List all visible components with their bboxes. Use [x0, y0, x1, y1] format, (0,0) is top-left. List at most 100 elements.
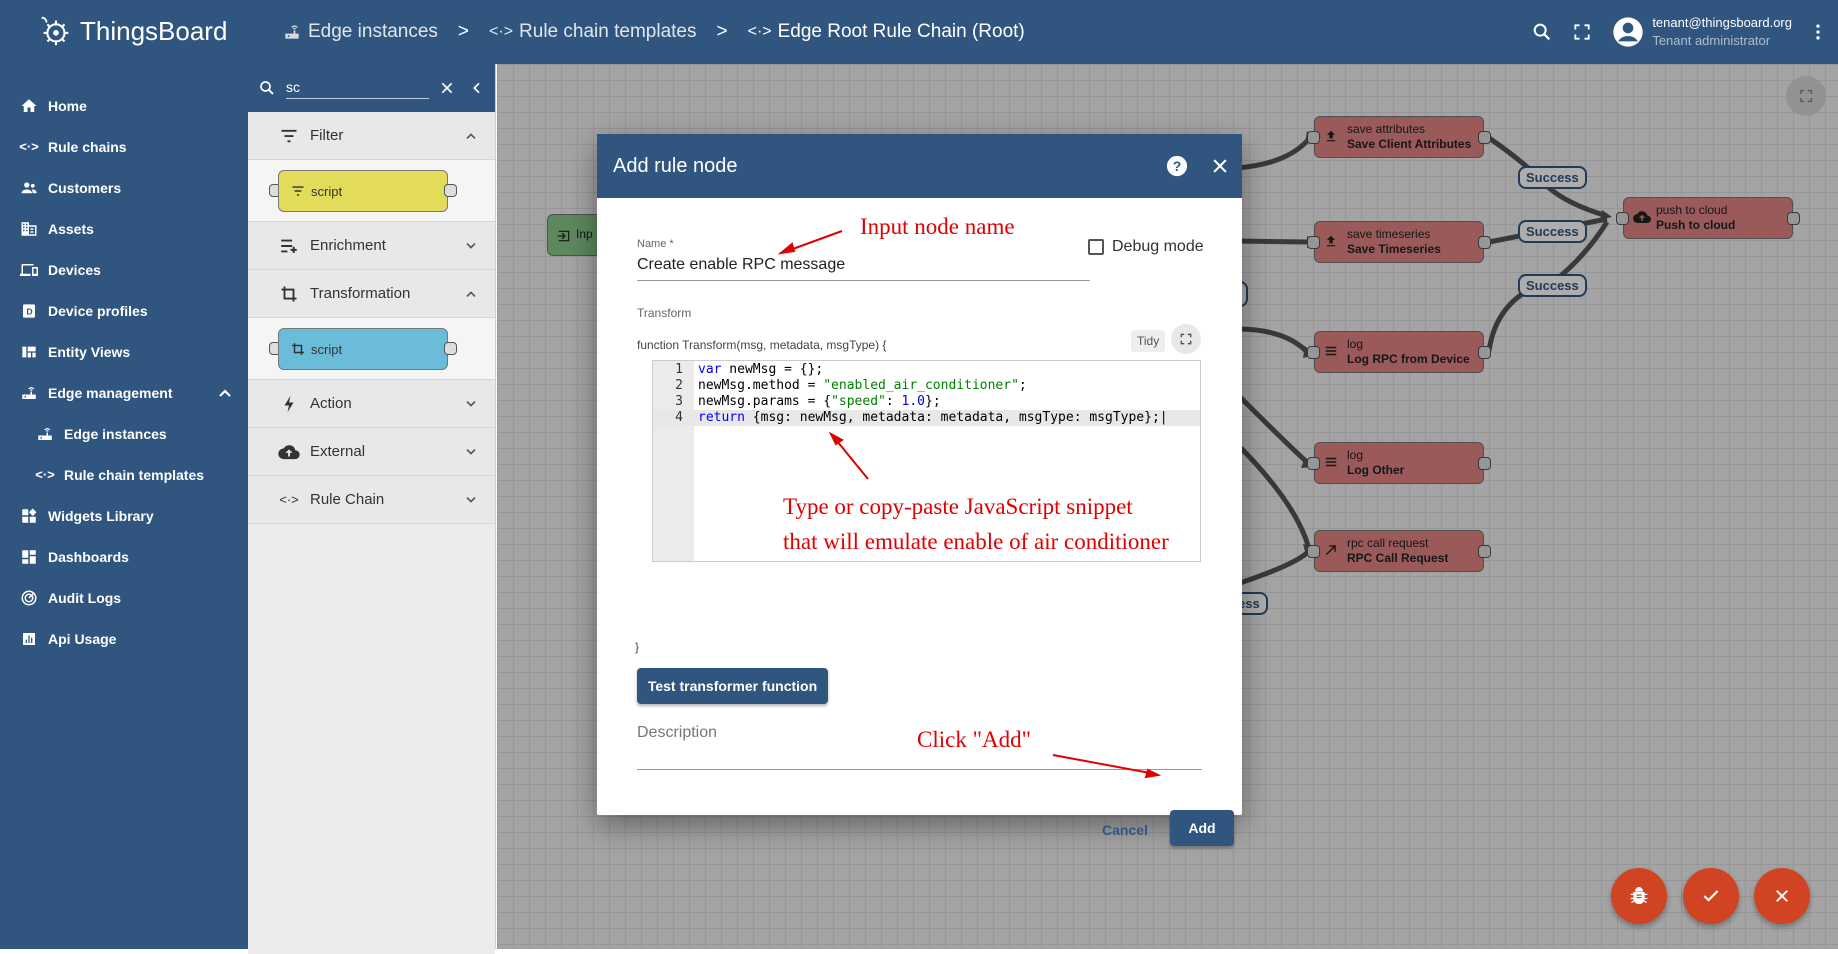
code-line: 1 var newMsg = {};: [675, 362, 824, 377]
sidebar-item-home[interactable]: Home: [0, 85, 248, 126]
library-node-area-transformation: script: [248, 318, 495, 380]
user-role: Tenant administrator: [1652, 33, 1771, 48]
user-info: tenant@thingsboard.org Tenant administra…: [1652, 14, 1792, 50]
breadcrumb-label: Edge instances: [308, 21, 438, 42]
filter-list-icon: [278, 129, 300, 143]
library-node-transformation-script[interactable]: script: [278, 328, 448, 370]
category-label: Enrichment: [310, 237, 386, 254]
sidebar-item-api-usage[interactable]: Api Usage: [0, 618, 248, 659]
annotation-click-add: Click "Add": [917, 727, 1031, 752]
thingsboard-logo-icon: [41, 16, 69, 46]
library-category-enrichment[interactable]: Enrichment: [248, 222, 495, 270]
annotation-snippet-line1: Type or copy-paste JavaScript snippet: [783, 494, 1133, 519]
category-label: Filter: [310, 127, 344, 144]
discard-changes-button[interactable]: [1754, 868, 1810, 924]
node-library-panel: sc Filter script Enrichment Transformati…: [248, 64, 496, 954]
clear-search-icon[interactable]: [439, 80, 455, 96]
library-category-transformation[interactable]: Transformation: [248, 270, 495, 318]
debug-mode-label: Debug mode: [1112, 238, 1204, 255]
sidebar-item-label: Edge instances: [64, 425, 167, 442]
chevron-down-icon: [465, 491, 477, 508]
devices-icon: [18, 261, 40, 279]
more-menu-button[interactable]: [1798, 12, 1838, 52]
library-search-input[interactable]: sc: [286, 77, 429, 99]
description-label: Description: [637, 724, 718, 741]
chevron-up-icon: [465, 127, 477, 144]
sidebar-item-label: Devices: [48, 261, 101, 278]
close-icon[interactable]: [1210, 156, 1230, 176]
debug-button[interactable]: [1611, 868, 1667, 924]
app-name: ThingsBoard: [80, 15, 228, 46]
expand-editor-button[interactable]: [1171, 324, 1201, 354]
chevron-down-icon: [465, 395, 477, 412]
playlist-add-icon: [278, 239, 300, 253]
library-node-area-filter: script: [248, 160, 495, 222]
sidebar-item-entity-views[interactable]: Entity Views: [0, 331, 248, 372]
sidebar-item-customers[interactable]: Customers: [0, 167, 248, 208]
sidebar-item-device-profiles[interactable]: D Device profiles: [0, 290, 248, 331]
sidebar-item-label: Customers: [48, 179, 122, 196]
rule-chain-icon: <·>: [35, 467, 55, 482]
library-category-action[interactable]: Action: [248, 380, 495, 428]
add-button[interactable]: Add: [1170, 810, 1234, 846]
test-transformer-button[interactable]: Test transformer function: [637, 668, 828, 704]
sidebar-item-widgets-library[interactable]: Widgets Library: [0, 495, 248, 536]
fullscreen-button[interactable]: [1562, 12, 1602, 52]
user-menu[interactable]: tenant@thingsboard.org Tenant administra…: [1612, 14, 1792, 50]
annotation-input-name: Input node name: [860, 214, 1015, 239]
name-field[interactable]: Name * Create enable RPC message: [637, 238, 1090, 281]
library-category-external[interactable]: External: [248, 428, 495, 476]
help-icon[interactable]: ?: [1166, 155, 1188, 177]
sidebar-item-rule-chains[interactable]: <·> Rule chains: [0, 126, 248, 167]
library-category-filter[interactable]: Filter: [248, 112, 495, 160]
node-output-port: [444, 342, 457, 355]
breadcrumb-edge-instances[interactable]: Edge instances: [282, 21, 438, 43]
rule-chain-icon: <·>: [489, 23, 514, 40]
chevron-down-icon: [465, 237, 477, 254]
sidebar-item-assets[interactable]: Assets: [0, 208, 248, 249]
fullscreen-icon: [1180, 333, 1192, 345]
library-node-filter-script[interactable]: script: [278, 170, 448, 212]
breadcrumb-separator: >: [457, 21, 470, 42]
rule-chain-icon: <·>: [19, 139, 39, 154]
sidebar-item-label: Edge management: [48, 384, 173, 401]
sidebar-item-edge-instances[interactable]: Edge instances: [0, 413, 248, 454]
tidy-button[interactable]: Tidy: [1131, 330, 1166, 352]
sidebar-item-edge-management[interactable]: Edge management: [0, 372, 248, 413]
breadcrumb-rule-chain-templates[interactable]: <·> Rule chain templates: [489, 21, 696, 43]
search-icon: [1533, 23, 1551, 41]
node-label: script: [311, 183, 343, 199]
collapse-panel-icon[interactable]: [469, 80, 485, 96]
sidebar: Home <·> Rule chains Customers Assets Dev…: [0, 64, 248, 949]
chevron-down-icon: [465, 443, 477, 460]
library-empty-area: [248, 524, 495, 954]
sidebar-item-dashboards[interactable]: Dashboards: [0, 536, 248, 577]
node-output-port: [444, 184, 457, 197]
apply-changes-button[interactable]: [1683, 868, 1739, 924]
code-line-active: 4 return {msg: newMsg, metadata: metadata…: [653, 410, 1200, 426]
sidebar-item-label: Rule chain templates: [64, 466, 205, 483]
code-line: 2 newMsg.method = "enabled_air_conditione…: [675, 378, 1027, 393]
dashboard-icon: [18, 548, 40, 566]
search-button[interactable]: [1522, 12, 1562, 52]
sidebar-item-rule-chain-templates[interactable]: <·> Rule chain templates: [0, 454, 248, 495]
fullscreen-icon: [1574, 24, 1590, 40]
user-email: tenant@thingsboard.org: [1652, 15, 1792, 30]
sidebar-item-label: Assets: [48, 220, 94, 237]
track-changes-icon: [18, 589, 40, 607]
sidebar-item-label: Home: [48, 97, 87, 114]
sidebar-item-label: Api Usage: [48, 630, 117, 647]
category-label: Transformation: [310, 285, 411, 302]
search-icon: [260, 81, 274, 95]
library-category-rule-chain[interactable]: <·> Rule Chain: [248, 476, 495, 524]
debug-mode-checkbox[interactable]: Debug mode: [1088, 238, 1204, 256]
chevron-up-icon: [218, 385, 232, 401]
cancel-button[interactable]: Cancel: [1102, 822, 1148, 838]
app-logo[interactable]: ThingsBoard: [36, 12, 227, 50]
sidebar-item-devices[interactable]: Devices: [0, 249, 248, 290]
category-label: Action: [310, 395, 352, 412]
more-vert-icon: [1816, 24, 1820, 40]
router-icon: [285, 25, 299, 39]
sidebar-item-audit-logs[interactable]: Audit Logs: [0, 577, 248, 618]
bug-icon: [1630, 887, 1648, 905]
